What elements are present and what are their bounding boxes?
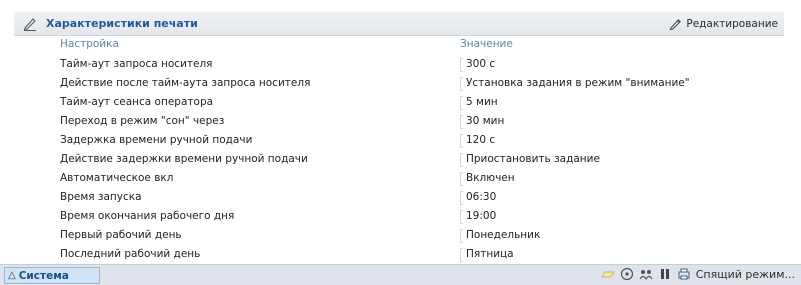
status-bar: △ Система Спящий режим...: [0, 264, 801, 285]
settings-row: Задержка времени ручной подачи 120 с: [14, 132, 784, 151]
setting-value: 19:00: [466, 210, 497, 222]
panel-header: Характеристики печати Редактирование: [14, 12, 784, 36]
value-marker: [460, 153, 463, 167]
value-marker: [460, 248, 463, 262]
value-marker: [460, 77, 463, 91]
settings-row: Действие после тайм-аута запроса носител…: [14, 75, 784, 94]
setting-value: Пятница: [466, 248, 514, 260]
settings-row: Время окончания рабочего дня 19:00: [14, 208, 784, 227]
edit-label: Редактирование: [686, 17, 778, 30]
settings-row: Время запуска 06:30: [14, 189, 784, 208]
setting-label: Задержка времени ручной подачи: [60, 134, 253, 146]
settings-row: Действие задержки времени ручной подачи …: [14, 151, 784, 170]
setting-value: Включен: [466, 172, 515, 184]
setting-label: Действие после тайм-аута запроса носител…: [60, 77, 311, 89]
value-marker: [460, 229, 463, 243]
column-header-setting: Настройка: [60, 38, 119, 50]
setting-value: 06:30: [466, 191, 497, 203]
paper-tray-icon[interactable]: [600, 267, 615, 281]
print-characteristics-panel: Характеристики печати Редактирование Нас…: [14, 12, 784, 264]
settings-row: Последний рабочий день Пятница: [14, 246, 784, 265]
value-marker: [460, 96, 463, 110]
setting-value: 300 с: [466, 58, 496, 70]
edit-pencil-icon: [669, 18, 682, 31]
setting-value: 5 мин: [466, 96, 498, 108]
triangle-up-icon: △: [8, 270, 16, 281]
status-icons: Спящий режим...: [600, 267, 795, 281]
settings-list: Тайм-аут запроса носителя 300 с Действие…: [14, 56, 784, 265]
value-marker: [460, 134, 463, 148]
setting-label: Действие задержки времени ручной подачи: [60, 153, 308, 165]
system-tab-label: Система: [18, 269, 69, 282]
value-marker: [460, 58, 463, 72]
setting-value: 120 с: [466, 134, 496, 146]
pencil-icon: [23, 18, 36, 31]
setting-label: Автоматическое вкл: [60, 172, 174, 184]
value-marker: [460, 115, 463, 129]
setting-label: Тайм-аут сеанса оператора: [60, 96, 214, 108]
setting-value: Установка задания в режим "внимание": [466, 77, 690, 89]
setting-value: Приостановить задание: [466, 153, 600, 165]
setting-label: Первый рабочий день: [60, 229, 182, 241]
settings-row: Тайм-аут сеанса оператора 5 мин: [14, 94, 784, 113]
value-marker: [460, 191, 463, 205]
setting-value: Понедельник: [466, 229, 541, 241]
setting-label: Тайм-аут запроса носителя: [60, 58, 213, 70]
settings-row: Переход в режим "сон" через 30 мин: [14, 113, 784, 132]
value-marker: [460, 210, 463, 224]
printer-icon[interactable]: [677, 267, 691, 281]
settings-row: Первый рабочий день Понедельник: [14, 227, 784, 246]
value-marker: [460, 172, 463, 186]
user-group-icon[interactable]: [639, 267, 653, 281]
disc-icon[interactable]: [620, 267, 634, 281]
panel-title: Характеристики печати: [46, 17, 198, 30]
column-header-value: Значение: [460, 38, 513, 50]
sleep-mode-label[interactable]: Спящий режим...: [696, 268, 795, 281]
setting-label: Время запуска: [60, 191, 142, 203]
setting-value: 30 мин: [466, 115, 505, 127]
system-tab[interactable]: △ Система: [4, 267, 100, 284]
pause-icon[interactable]: [658, 267, 672, 281]
edit-button[interactable]: Редактирование: [668, 16, 778, 31]
settings-row: Тайм-аут запроса носителя 300 с: [14, 56, 784, 75]
setting-label: Последний рабочий день: [60, 248, 201, 260]
settings-row: Автоматическое вкл Включен: [14, 170, 784, 189]
setting-label: Время окончания рабочего дня: [60, 210, 235, 222]
setting-label: Переход в режим "сон" через: [60, 115, 225, 127]
